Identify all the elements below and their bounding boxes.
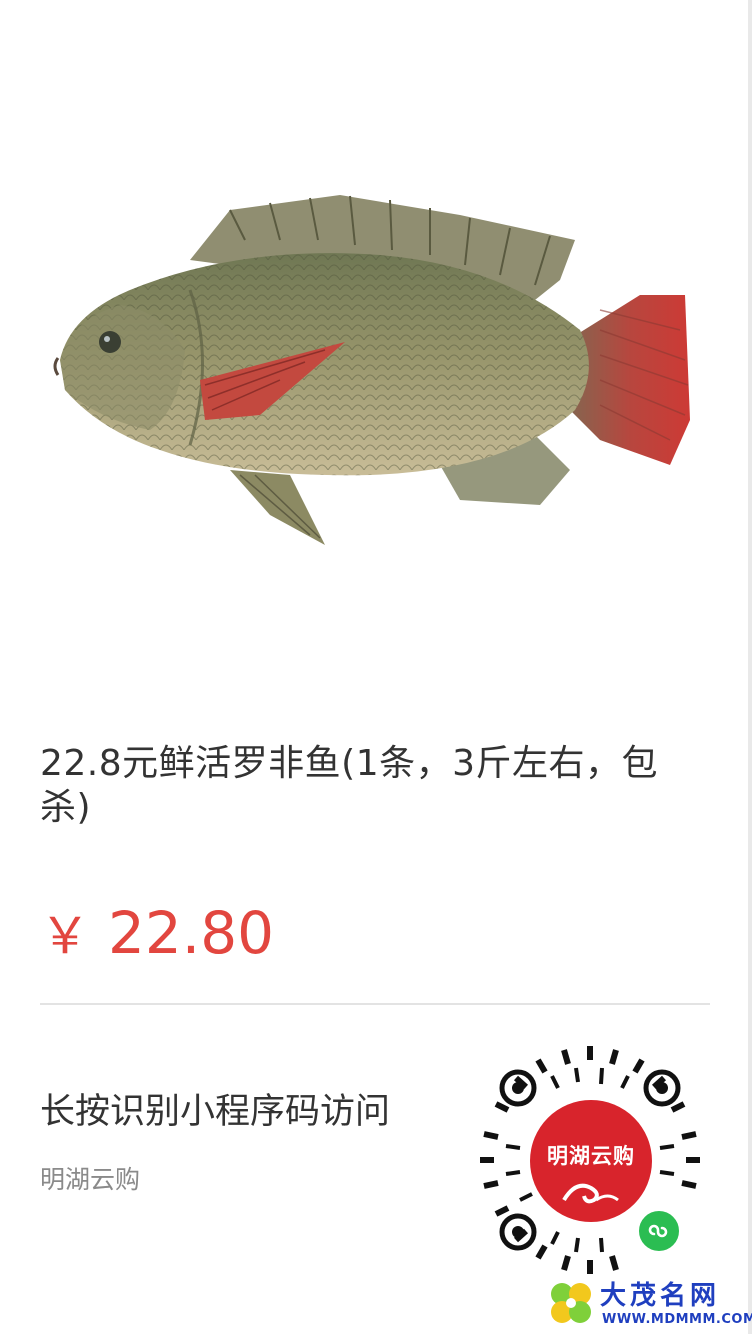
- share-hint-text: 长按识别小程序码访问: [40, 1092, 391, 1132]
- wave-logo-icon: [562, 1183, 619, 1204]
- wechat-mini-program-icon: [636, 1208, 682, 1254]
- shop-name: 明湖云购: [40, 1165, 141, 1194]
- site-watermark: 大茂名网 WWW.MDMMM.COM: [548, 1280, 752, 1332]
- currency-symbol: ￥: [40, 907, 90, 965]
- product-title: 22.8元鲜活罗非鱼(1条，3斤左右，包杀): [40, 743, 659, 828]
- product-price: ￥ 22.80: [40, 898, 274, 971]
- qr-brand-text: 明湖云购: [547, 1144, 635, 1168]
- divider: [40, 1003, 710, 1005]
- right-edge-divider: [748, 0, 752, 1334]
- watermark-name: 大茂名网: [600, 1281, 721, 1311]
- price-value: 22.80: [108, 899, 275, 967]
- clover-logo: [551, 1283, 591, 1323]
- tilapia-fish-image: [53, 195, 690, 545]
- watermark-url: WWW.MDMMM.COM: [602, 1312, 752, 1327]
